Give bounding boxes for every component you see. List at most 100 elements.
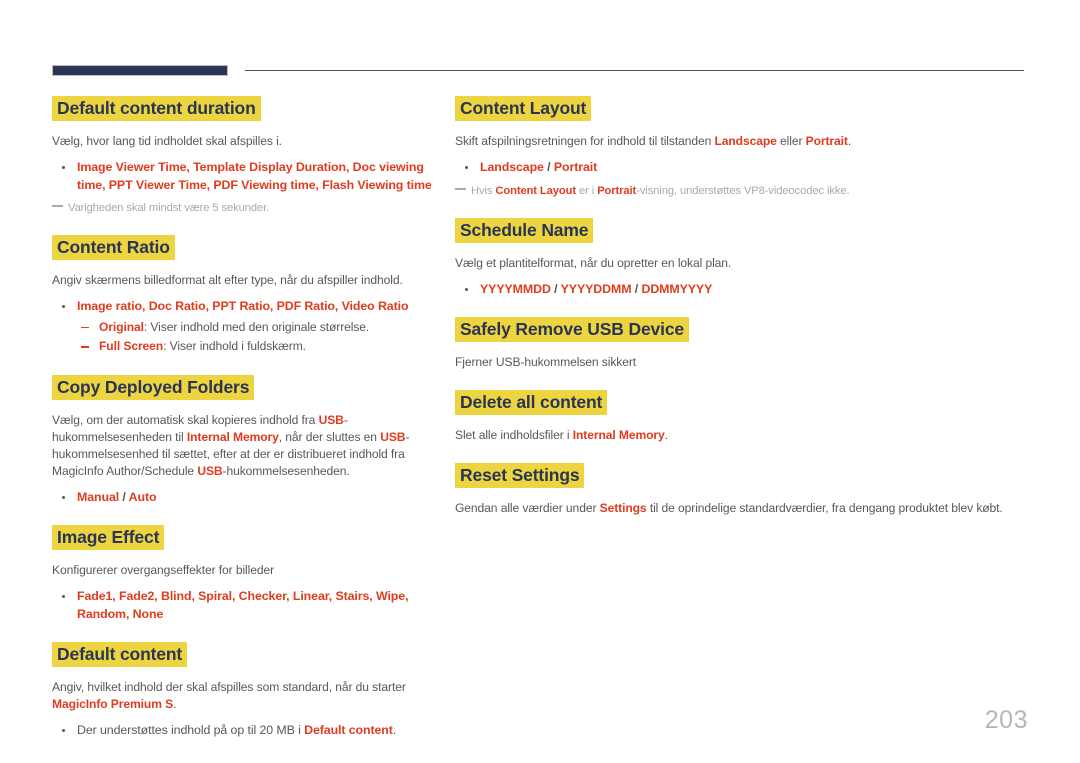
- keyword-settings: Settings: [599, 501, 647, 515]
- section-heading: Content Layout: [455, 96, 1035, 121]
- list-item: Der understøttes indhold på op til 20 MB…: [52, 722, 434, 740]
- list-item-label: Image ratio, Doc Ratio, PPT Ratio, PDF R…: [77, 299, 409, 313]
- option-landscape: Landscape: [480, 160, 544, 174]
- sub-list-item: Full Screen: Viser indhold i fuldskærm.: [77, 338, 434, 356]
- keyword-landscape: Landscape: [714, 134, 777, 148]
- note-text: -visning, understøttes VP8-videocodec ik…: [636, 184, 850, 197]
- para-text: Skift afspilningsretningen for indhold t…: [455, 134, 715, 148]
- note-text: Hvis: [471, 184, 496, 197]
- para-text: Vælg, om der automatisk skal kopieres in…: [52, 412, 319, 427]
- option-separator: /: [550, 281, 561, 296]
- section-intro: Angiv skærmens billedformat alt efter ty…: [52, 273, 403, 287]
- sub-list-item: Original: Viser indhold med den original…: [77, 319, 434, 337]
- option-separator: /: [119, 489, 129, 504]
- section-note: Hvis Content Layout er i Portrait-visnin…: [455, 183, 1035, 199]
- section-intro: Konfigurerer overgangseffekter for bille…: [52, 563, 275, 577]
- section-heading-label: Default content duration: [52, 96, 261, 121]
- para-text: Slet alle indholdsfiler i: [455, 428, 573, 442]
- option-list: YYYYMMDD / YYYYDDMM / DDMMYYYY: [455, 281, 1035, 299]
- option-list: Image ratio, Doc Ratio, PPT Ratio, PDF R…: [52, 298, 434, 356]
- section-heading-label: Reset Settings: [455, 463, 585, 488]
- section-heading: Default content duration: [52, 96, 434, 121]
- section-heading-label: Content Ratio: [52, 235, 175, 260]
- keyword-usb: USB: [197, 463, 223, 478]
- keyword-magicinfo-premium-s: MagicInfo Premium S: [52, 697, 174, 711]
- sub-option-list: Original: Viser indhold med den original…: [77, 319, 434, 356]
- keyword-portrait: Portrait: [805, 134, 848, 148]
- section-content-layout: Content Layout Skift afspilningsretninge…: [455, 96, 1035, 199]
- keyword-usb: USB: [318, 412, 344, 427]
- section-heading: Image Effect: [52, 525, 434, 550]
- section-heading-label: Default content: [52, 642, 188, 667]
- left-column: Default content duration Vælg, hvor lang…: [52, 96, 434, 746]
- page-number: 203: [984, 706, 1028, 734]
- sub-list-item-text: : Viser indhold med den originale større…: [143, 319, 370, 334]
- para-text: til de oprindelige standardværdier, fra …: [646, 501, 1003, 515]
- section-heading: Copy Deployed Folders: [52, 374, 434, 400]
- keyword-portrait: Portrait: [597, 184, 637, 197]
- list-item: Image ratio, Doc Ratio, PPT Ratio, PDF R…: [52, 298, 434, 356]
- list-item: Landscape / Portrait: [455, 159, 1035, 177]
- option-yyyymmdd: YYYYMMDD: [480, 281, 551, 296]
- manual-page: Default content duration Vælg, hvor lang…: [0, 0, 1080, 763]
- option-list: Image Viewer Time, Template Display Dura…: [52, 159, 434, 194]
- keyword-internal-memory: Internal Memory: [572, 428, 665, 442]
- section-heading-label: Delete all content: [455, 390, 608, 415]
- section-delete-all-content: Delete all content Slet alle indholdsfil…: [455, 390, 1035, 444]
- para-text: .: [847, 134, 852, 148]
- section-heading: Content Ratio: [52, 235, 434, 260]
- section-schedule-name: Schedule Name Vælg et plantitelformat, n…: [455, 217, 1035, 299]
- section-heading-label: Copy Deployed Folders: [52, 374, 255, 400]
- section-copy-deployed-folders: Copy Deployed Folders Vælg, om der autom…: [52, 374, 434, 507]
- keyword-default-content: Default content: [304, 723, 393, 737]
- option-auto: Auto: [128, 489, 157, 504]
- sub-list-item-text: : Viser indhold i fuldskærm.: [163, 339, 306, 353]
- header-navy-bar: [52, 65, 228, 76]
- list-item-text: Der understøttes indhold på op til 20 MB…: [77, 723, 305, 737]
- para-text: eller: [776, 134, 806, 148]
- section-paragraph: Slet alle indholdsfiler i Internal Memor…: [455, 427, 1035, 444]
- keyword-internal-memory: Internal Memory: [186, 429, 279, 444]
- option-manual: Manual: [77, 489, 120, 504]
- option-portrait: Portrait: [553, 160, 598, 174]
- right-column: Content Layout Skift afspilningsretninge…: [455, 96, 1035, 517]
- header-rule: [52, 65, 1024, 77]
- section-paragraph: Angiv, hvilket indhold der skal afspille…: [52, 679, 434, 713]
- section-intro: Vælg, hvor lang tid indholdet skal afspi…: [52, 134, 282, 148]
- section-paragraph: Vælg, om der automatisk skal kopieres in…: [52, 412, 434, 480]
- section-paragraph: Skift afspilningsretningen for indhold t…: [455, 133, 1035, 150]
- section-heading-label: Schedule Name: [455, 217, 594, 243]
- para-text: Gendan alle værdier under: [455, 501, 600, 515]
- section-heading: Reset Settings: [455, 463, 1035, 488]
- option-yyyyddmm: YYYYDDMM: [560, 281, 632, 296]
- section-reset-settings: Reset Settings Gendan alle værdier under…: [455, 463, 1035, 517]
- option-list: Der understøttes indhold på op til 20 MB…: [52, 722, 434, 740]
- section-paragraph: Gendan alle værdier under Settings til d…: [455, 500, 1035, 517]
- sub-list-item-key: Original: [99, 319, 144, 334]
- para-text: , når der sluttes en: [278, 429, 381, 444]
- para-text: -hukommelsesenheden.: [222, 463, 350, 478]
- section-heading: Schedule Name: [455, 217, 1035, 243]
- section-note: Varigheden skal mindst være 5 sekunder.: [52, 200, 434, 216]
- para-text: Angiv, hvilket indhold der skal afspille…: [52, 680, 406, 694]
- section-heading-label: Image Effect: [52, 525, 165, 550]
- option-list: Manual / Auto: [52, 489, 434, 507]
- section-default-content-duration: Default content duration Vælg, hvor lang…: [52, 96, 434, 216]
- section-heading: Default content: [52, 642, 434, 667]
- section-heading: Delete all content: [455, 390, 1035, 415]
- section-heading-label: Safely Remove USB Device: [455, 317, 690, 342]
- section-heading: Safely Remove USB Device: [455, 317, 1035, 342]
- list-item: Image Viewer Time, Template Display Dura…: [52, 159, 434, 194]
- list-item: YYYYMMDD / YYYYDDMM / DDMMYYYY: [455, 281, 1035, 299]
- keyword-usb: USB: [380, 429, 406, 444]
- para-text: .: [664, 428, 668, 442]
- option-ddmmyyyy: DDMMYYYY: [641, 281, 713, 296]
- list-item-text: .: [392, 723, 397, 737]
- section-intro: Vælg et plantitelformat, når du opretter…: [455, 255, 732, 270]
- section-default-content: Default content Angiv, hvilket indhold d…: [52, 642, 434, 740]
- section-heading-label: Content Layout: [455, 96, 592, 121]
- option-separator: /: [631, 281, 642, 296]
- option-list: Fade1, Fade2, Blind, Spiral, Checker, Li…: [52, 588, 434, 623]
- section-safely-remove-usb-device: Safely Remove USB Device Fjerner USB-huk…: [455, 317, 1035, 371]
- option-list: Landscape / Portrait: [455, 159, 1035, 177]
